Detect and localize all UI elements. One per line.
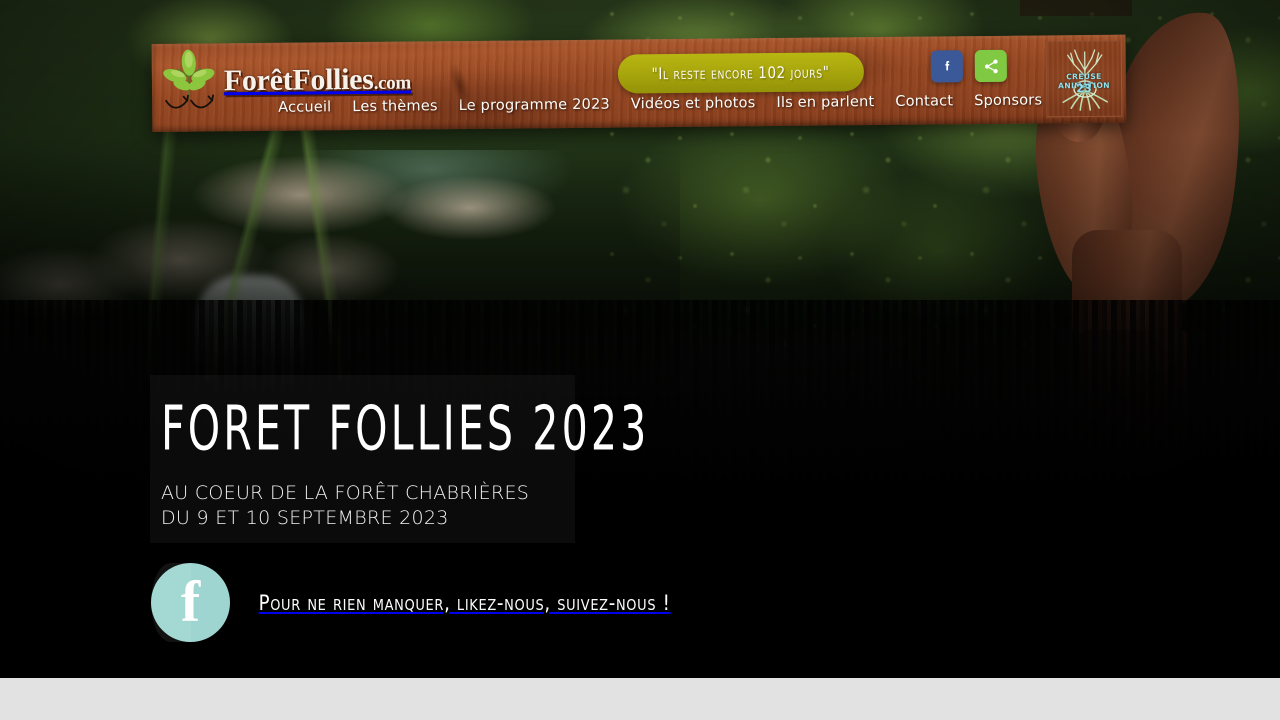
facebook-round-icon: f — [151, 563, 230, 642]
page-content-below-hero — [0, 678, 1280, 720]
nav-item-ils-en-parlent[interactable]: Ils en parlent — [776, 94, 874, 111]
brand-name: ForêtFollies — [223, 62, 374, 98]
countdown-button[interactable]: "Il reste encore 102 jours" — [617, 52, 865, 94]
pine-sprig-icon — [160, 46, 219, 117]
hero-subtitle-line-2: DU 9 ET 10 SEPTEMBRE 2023 — [161, 507, 449, 529]
hero-subtitle-line-1: AU COEUR DE LA FORÊT CHABRIÈRES — [161, 482, 530, 504]
hero-copy: FORET FOLLIES 2023 AU COEUR DE LA FORÊT … — [161, 393, 716, 531]
share-button[interactable] — [974, 49, 1007, 83]
nav-item-sponsors[interactable]: Sponsors — [974, 92, 1042, 109]
brand-tld: .com — [373, 72, 412, 94]
facebook-cta[interactable]: f Pour ne rien manquer, likez-nous, suiv… — [151, 563, 679, 642]
facebook-icon — [945, 60, 950, 71]
wooden-sign-bar: ForêtFollies.com Accueil Les thèmes Le p… — [151, 34, 1127, 132]
hero-subtitle: AU COEUR DE LA FORÊT CHABRIÈRES DU 9 ET … — [161, 481, 716, 531]
facebook-cta-text: Pour ne rien manquer, likez-nous, suivez… — [258, 590, 671, 615]
hero-section: ForêtFollies.com Accueil Les thèmes Le p… — [0, 0, 1280, 678]
countdown-label: "Il reste encore 102 jours" — [651, 62, 830, 84]
brand-title: ForêtFollies.com — [224, 63, 411, 99]
page-title: FORET FOLLIES 2023 — [161, 394, 650, 465]
partner-logo-number: 23 — [1076, 81, 1092, 96]
nav-item-contact[interactable]: Contact — [895, 93, 953, 110]
facebook-glyph: f — [180, 568, 201, 634]
nav-item-videos[interactable]: Vidéos et photos — [631, 95, 756, 112]
nav-item-programme[interactable]: Le programme 2023 — [459, 97, 610, 114]
partner-logo-creuse-animation[interactable]: CREUSE ANIMATION 23 — [1045, 40, 1123, 118]
share-icon — [984, 59, 998, 73]
nav-item-accueil[interactable]: Accueil — [278, 99, 331, 116]
share-facebook-button[interactable] — [930, 50, 963, 83]
nav-item-themes[interactable]: Les thèmes — [352, 98, 437, 115]
